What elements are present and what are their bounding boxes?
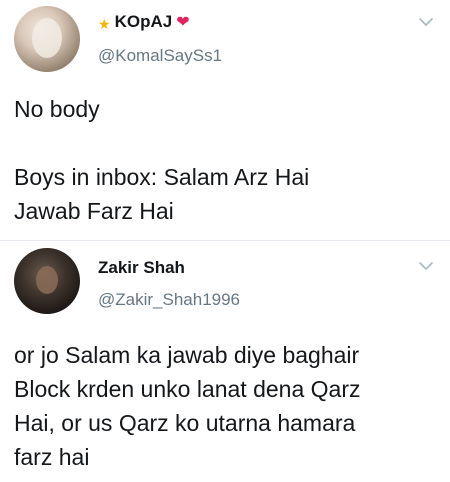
user-handle[interactable]: @KomalSaySs1 <box>98 46 222 66</box>
tweet-komal[interactable]: ★ KOpAJ ❤ @KomalSaySs1 No body Boys in i… <box>0 0 450 240</box>
author-name-row[interactable]: Zakir Shah <box>98 258 185 278</box>
user-handle[interactable]: @Zakir_Shah1996 <box>98 290 240 310</box>
star-icon: ★ <box>98 15 111 32</box>
tweet-zakir[interactable]: Zakir Shah @Zakir_Shah1996 or jo Salam k… <box>0 240 450 482</box>
avatar[interactable] <box>14 248 80 314</box>
display-name[interactable]: Zakir Shah <box>98 258 185 278</box>
avatar-face <box>36 266 58 294</box>
avatar[interactable] <box>14 6 80 72</box>
display-name[interactable]: KOpAJ <box>115 12 173 32</box>
tweet-text: No body Boys in inbox: Salam Arz Hai Jaw… <box>14 96 310 224</box>
author-name-row[interactable]: ★ KOpAJ ❤ <box>98 12 190 32</box>
avatar-face <box>32 18 62 58</box>
tweet-text: or jo Salam ka jawab diye baghair Block … <box>14 342 361 470</box>
chevron-down-icon[interactable] <box>418 14 434 30</box>
heart-icon: ❤ <box>176 14 190 31</box>
chevron-down-icon[interactable] <box>418 258 434 274</box>
